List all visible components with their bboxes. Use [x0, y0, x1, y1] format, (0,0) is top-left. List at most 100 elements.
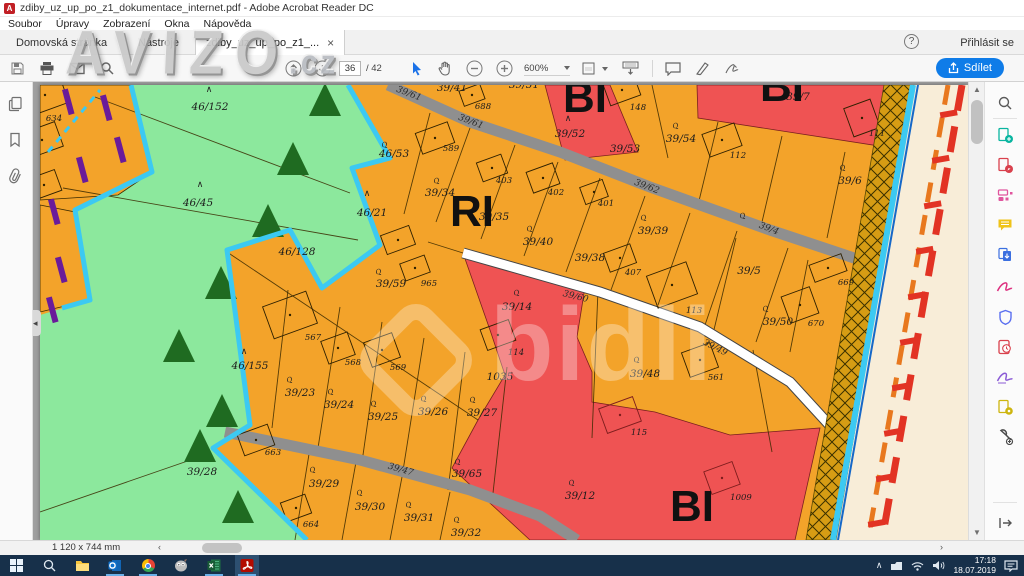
parcel-label: 39/51: [509, 85, 539, 91]
organize-pages-icon[interactable]: [996, 186, 1014, 204]
parcel-label: 39/14: [502, 301, 532, 313]
zone-label: BI: [760, 85, 804, 111]
tab-home[interactable]: Domovská stránka: [6, 30, 117, 55]
parcel-label: 39/41: [437, 85, 467, 94]
menu-napoveda[interactable]: Nápověda: [204, 18, 252, 30]
help-icon[interactable]: ?: [904, 34, 919, 49]
excel-icon[interactable]: [202, 555, 226, 576]
expand-panel-icon[interactable]: [996, 514, 1014, 532]
fill-sign-icon[interactable]: [996, 278, 1014, 296]
action-center-icon[interactable]: [1004, 560, 1018, 572]
scroll-mode-button[interactable]: [619, 58, 641, 79]
scroll-up-arrow[interactable]: ▲: [969, 82, 985, 97]
find-tools-icon[interactable]: [996, 94, 1014, 112]
menu-okna[interactable]: Okna: [164, 18, 189, 30]
panel-collapse-arrow[interactable]: ◂: [33, 310, 41, 336]
start-button[interactable]: [4, 555, 28, 576]
create-pdf-icon[interactable]: [996, 126, 1014, 144]
page-up-button[interactable]: [282, 58, 304, 79]
zoom-level-value: 600%: [524, 63, 548, 74]
tray-app-icon[interactable]: [890, 561, 903, 571]
building-label: 965: [421, 279, 437, 289]
save-button[interactable]: [6, 58, 28, 79]
parcel-label: 39/31: [404, 512, 434, 524]
parcel-label: 39/40: [523, 236, 554, 248]
menu-upravy[interactable]: Úpravy: [56, 18, 89, 30]
map-page[interactable]: QQQQQQQQQQQQQQQQQQQQQQ∧∧∧∧∧46/15246/4546…: [40, 85, 968, 540]
pointer-tool[interactable]: [405, 58, 427, 79]
acrobat-taskbar-icon[interactable]: [235, 555, 259, 576]
chrome-icon[interactable]: [136, 555, 160, 576]
taskbar-clock[interactable]: 17:18 18.07.2019: [953, 556, 996, 576]
building-label: 569: [390, 363, 407, 373]
parcel-label: 46/53: [378, 148, 410, 160]
email-button[interactable]: [66, 58, 88, 79]
scroll-right-arrow[interactable]: ›: [940, 542, 943, 552]
comment-tool-icon[interactable]: [996, 216, 1014, 234]
horizontal-scroll-thumb[interactable]: [202, 543, 242, 553]
parcel-label: 39/50: [763, 316, 794, 328]
parcel-label: 46/45: [182, 197, 214, 209]
building-label: 567: [305, 333, 322, 343]
print-button[interactable]: [36, 58, 58, 79]
scroll-down-arrow[interactable]: ▼: [969, 525, 985, 540]
parcel-label: 39/28: [187, 466, 218, 478]
sign-tool[interactable]: [721, 58, 743, 79]
toolbar: / 42 600% Sdílet: [0, 55, 1024, 82]
parcel-label: 39/32: [451, 527, 482, 539]
tab-tools[interactable]: Nástroje: [128, 30, 189, 55]
taskbar-search-icon[interactable]: [37, 555, 61, 576]
zoom-out-button[interactable]: [463, 58, 485, 79]
highlight-tool[interactable]: [691, 58, 713, 79]
menu-zobrazeni[interactable]: Zobrazení: [103, 18, 150, 30]
outlook-icon[interactable]: [103, 555, 127, 576]
zone-label: RI: [450, 187, 494, 236]
tab-close-icon[interactable]: ×: [327, 36, 334, 50]
page-total-label: / 42: [366, 63, 382, 74]
hand-tool[interactable]: [434, 58, 456, 79]
fit-page-button[interactable]: [580, 58, 610, 79]
protect-icon[interactable]: [996, 308, 1014, 326]
wifi-icon[interactable]: [911, 561, 924, 571]
parcel-label: 39/65: [452, 468, 483, 480]
vertical-scrollbar[interactable]: ▲ ▼: [968, 82, 984, 540]
volume-icon[interactable]: [932, 560, 945, 571]
parcel-label: 46/152: [191, 101, 229, 113]
title-bar: A zdiby_uz_up_po_z1_dokumentace_internet…: [0, 0, 1024, 17]
sign-in-button[interactable]: Přihlásit se: [960, 30, 1014, 55]
map-symbol-tree: ∧: [206, 85, 213, 94]
certificates-icon[interactable]: [996, 368, 1014, 386]
page-down-button[interactable]: [311, 58, 333, 79]
gimp-icon[interactable]: [169, 555, 193, 576]
left-panel: [0, 82, 33, 540]
more-tools-icon[interactable]: [996, 428, 1014, 446]
parcel-label: 39/30: [355, 501, 386, 513]
export-pdf-icon[interactable]: [996, 246, 1014, 264]
file-explorer-icon[interactable]: [70, 555, 94, 576]
clock-date: 18.07.2019: [953, 566, 996, 576]
parcel-label: 46/21: [356, 207, 387, 219]
share-icon: [948, 62, 959, 74]
building-label: 111: [869, 129, 885, 139]
tab-document[interactable]: zdiby_uz_up_po_z1_... ×: [195, 30, 345, 55]
prepare-form-icon[interactable]: [996, 398, 1014, 416]
parcel-label: 39/54: [666, 133, 696, 145]
zoom-level-dropdown[interactable]: 600%: [524, 61, 570, 76]
comment-tool[interactable]: [662, 58, 684, 79]
page-number-input[interactable]: [339, 61, 361, 76]
document-history-icon[interactable]: [996, 338, 1014, 356]
edit-pdf-icon[interactable]: [996, 156, 1014, 174]
page-thumbnails-icon[interactable]: [8, 96, 26, 114]
parcel-label: 39/52: [555, 128, 586, 140]
scroll-left-arrow[interactable]: ‹: [158, 542, 161, 552]
search-icon[interactable]: [96, 58, 118, 79]
share-button[interactable]: Sdílet: [936, 58, 1004, 78]
zoom-in-button[interactable]: [493, 58, 515, 79]
menu-soubor[interactable]: Soubor: [8, 18, 42, 30]
vertical-scroll-thumb[interactable]: [971, 100, 983, 144]
bookmarks-icon[interactable]: [8, 132, 26, 150]
document-viewport[interactable]: QQQQQQQQQQQQQQQQQQQQQQ∧∧∧∧∧46/15246/4546…: [33, 82, 968, 540]
chevron-down-icon: [564, 66, 570, 70]
tray-chevron-icon[interactable]: ∧: [876, 560, 883, 571]
attachments-icon[interactable]: [8, 168, 26, 186]
